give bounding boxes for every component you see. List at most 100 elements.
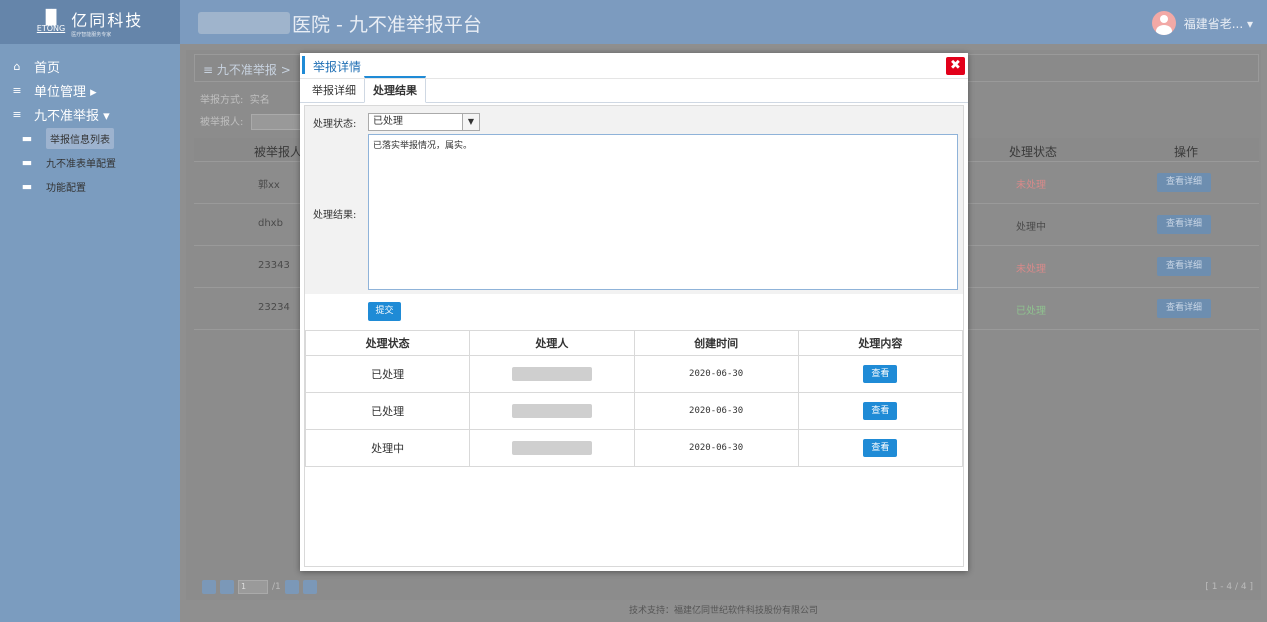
status-text: 已处理 bbox=[1016, 306, 1046, 317]
tab-process-result[interactable]: 处理结果 bbox=[364, 76, 426, 103]
date-cell: 2020-06-30 bbox=[635, 393, 799, 429]
sidebar-item-function-config[interactable]: ▬ 功能配置 bbox=[0, 174, 180, 198]
title-accent bbox=[302, 56, 305, 74]
next-page-button[interactable] bbox=[284, 580, 299, 594]
submit-button[interactable]: 提交 bbox=[368, 302, 401, 321]
chevron-down-icon: ▼ bbox=[462, 114, 479, 130]
list-icon: ▬ bbox=[21, 155, 33, 169]
view-button[interactable]: 查看 bbox=[863, 402, 898, 420]
breadcrumb-separator: > bbox=[280, 63, 291, 77]
history-table: 处理状态 处理人 创建时间 处理内容 已处理 2020-06-30 查看 已处理… bbox=[305, 330, 963, 467]
handler-cell bbox=[470, 430, 635, 466]
redacted-hospital-name bbox=[198, 12, 290, 34]
table-row: 处理中 2020-06-30 查看 bbox=[305, 430, 963, 467]
page-input[interactable]: 1 bbox=[238, 580, 268, 594]
sidebar-item-form-config[interactable]: ▬ 九不准表单配置 bbox=[0, 150, 180, 174]
brand-name: 亿同科技 bbox=[71, 10, 144, 30]
column-header: 处理内容 bbox=[799, 331, 963, 355]
view-detail-button[interactable]: 查看详细 bbox=[1157, 299, 1211, 318]
status-cell: 已处理 bbox=[305, 356, 471, 392]
handler-cell bbox=[470, 356, 635, 392]
redacted-handler bbox=[511, 367, 592, 381]
breadcrumb-item[interactable]: 九不准举报 bbox=[217, 63, 277, 77]
last-page-button[interactable] bbox=[302, 580, 317, 594]
reported-person: 23234 bbox=[258, 302, 290, 313]
sidebar-item-label: 九不准表单配置 bbox=[46, 158, 116, 170]
status-text: 处理中 bbox=[1016, 222, 1046, 233]
filter-person-label: 被举报人: bbox=[200, 117, 244, 128]
page-total: /1 bbox=[272, 582, 281, 592]
status-select[interactable]: 已处理 ▼ bbox=[368, 113, 480, 131]
sidebar: ▐▌ ETONG 亿同科技 医疗智能服务专家 ⌂ 首页 ≡ 单位管理 ▸ ≡ 九… bbox=[0, 0, 180, 622]
menu-icon: ≡ bbox=[203, 63, 214, 77]
sidebar-item-label: 九不准举报 ▾ bbox=[34, 108, 110, 124]
brand-logo[interactable]: ▐▌ ETONG 亿同科技 医疗智能服务专家 bbox=[0, 0, 180, 44]
user-name: 福建省老... ▾ bbox=[1183, 16, 1253, 31]
prev-page-button[interactable] bbox=[220, 580, 234, 594]
date-cell: 2020-06-30 bbox=[635, 356, 799, 392]
sidebar-item-label: 首页 bbox=[34, 60, 61, 76]
column-header: 被举报人 bbox=[254, 145, 303, 159]
status-row: 处理状态: 已处理 ▼ bbox=[305, 106, 963, 134]
reported-person: dhxb bbox=[258, 218, 283, 229]
redacted-handler bbox=[511, 441, 592, 455]
list-icon: ▬ bbox=[21, 131, 33, 145]
view-detail-button[interactable]: 查看详细 bbox=[1157, 215, 1211, 234]
view-button[interactable]: 查看 bbox=[863, 439, 898, 457]
table-row: 已处理 2020-06-30 查看 bbox=[305, 393, 963, 430]
report-detail-dialog: 举报详情 ✖ 举报详细 处理结果 处理状态: 已处理 ▼ 处理结果: 已落实举报… bbox=[300, 53, 968, 571]
reported-person: 郭xx bbox=[258, 180, 280, 191]
view-detail-button[interactable]: 查看详细 bbox=[1157, 173, 1211, 192]
sidebar-item-home[interactable]: ⌂ 首页 bbox=[0, 54, 180, 78]
column-header: 处理状态 bbox=[305, 331, 471, 355]
submit-row: 提交 bbox=[305, 294, 963, 330]
sidebar-nav: ⌂ 首页 ≡ 单位管理 ▸ ≡ 九不准举报 ▾ ▬ 举报信息列表 ▬ 九不准表单… bbox=[0, 44, 180, 198]
status-label: 处理状态: bbox=[313, 119, 357, 130]
filter-panel: 举报方式: 实名 被举报人: bbox=[200, 90, 302, 134]
status-cell: 已处理 bbox=[305, 393, 471, 429]
reported-person: 23343 bbox=[258, 260, 290, 271]
action-cell: 查看 bbox=[799, 356, 963, 392]
redacted-handler bbox=[511, 404, 592, 418]
column-header: 创建时间 bbox=[635, 331, 799, 355]
list-icon: ≡ bbox=[12, 83, 22, 97]
result-label: 处理结果: bbox=[313, 210, 357, 221]
dialog-title: 举报详情 bbox=[313, 60, 362, 74]
first-page-button[interactable] bbox=[202, 580, 216, 594]
list-icon: ▬ bbox=[21, 179, 33, 193]
sidebar-item-label: 单位管理 ▸ bbox=[34, 84, 97, 100]
handler-cell bbox=[470, 393, 635, 429]
sidebar-item-unit-management[interactable]: ≡ 单位管理 ▸ bbox=[0, 78, 180, 102]
filter-method-label: 举报方式: bbox=[200, 95, 244, 106]
action-cell: 查看 bbox=[799, 393, 963, 429]
top-header: 医院 - 九不准举报平台 福建省老... ▾ bbox=[180, 0, 1267, 44]
result-textarea[interactable]: 已落实举报情况，属实。 bbox=[368, 134, 958, 290]
date-cell: 2020-06-30 bbox=[635, 430, 799, 466]
view-button[interactable]: 查看 bbox=[863, 365, 898, 383]
dialog-tabs: 举报详细 处理结果 bbox=[300, 76, 968, 103]
view-detail-button[interactable]: 查看详细 bbox=[1157, 257, 1211, 276]
dialog-title-bar: 举报详情 ✖ bbox=[300, 53, 968, 79]
status-text: 未处理 bbox=[1016, 264, 1046, 275]
process-result-panel: 处理状态: 已处理 ▼ 处理结果: 已落实举报情况，属实。 提交 处理状态 处理… bbox=[304, 105, 964, 567]
sidebar-item-label: 功能配置 bbox=[46, 182, 86, 194]
column-header: 处理人 bbox=[470, 331, 635, 355]
filter-person-input[interactable] bbox=[251, 114, 302, 130]
table-header: 处理状态 处理人 创建时间 处理内容 bbox=[305, 330, 963, 356]
column-header: 处理状态 bbox=[1009, 145, 1058, 159]
list-icon: ≡ bbox=[12, 107, 22, 121]
user-menu[interactable]: 福建省老... ▾ bbox=[1151, 11, 1253, 35]
footer: 技术支持：福建亿同世纪软件科技股份有限公司 bbox=[180, 600, 1267, 622]
pagination: 1 /1 bbox=[202, 580, 317, 594]
filter-method-value[interactable]: 实名 bbox=[250, 95, 270, 106]
result-row: 处理结果: 已落实举报情况，属实。 bbox=[305, 134, 963, 294]
sidebar-item-report[interactable]: ≡ 九不准举报 ▾ bbox=[0, 102, 180, 126]
status-cell: 处理中 bbox=[305, 430, 471, 466]
sidebar-item-report-list[interactable]: ▬ 举报信息列表 bbox=[0, 126, 180, 150]
close-icon[interactable]: ✖ bbox=[946, 57, 965, 75]
brand-tagline: 医疗智能服务专家 bbox=[71, 31, 112, 38]
home-icon: ⌂ bbox=[13, 59, 21, 73]
tab-report-detail[interactable]: 举报详细 bbox=[304, 78, 364, 102]
avatar bbox=[1151, 11, 1176, 35]
page-title: 医院 - 九不准举报平台 bbox=[292, 14, 482, 36]
